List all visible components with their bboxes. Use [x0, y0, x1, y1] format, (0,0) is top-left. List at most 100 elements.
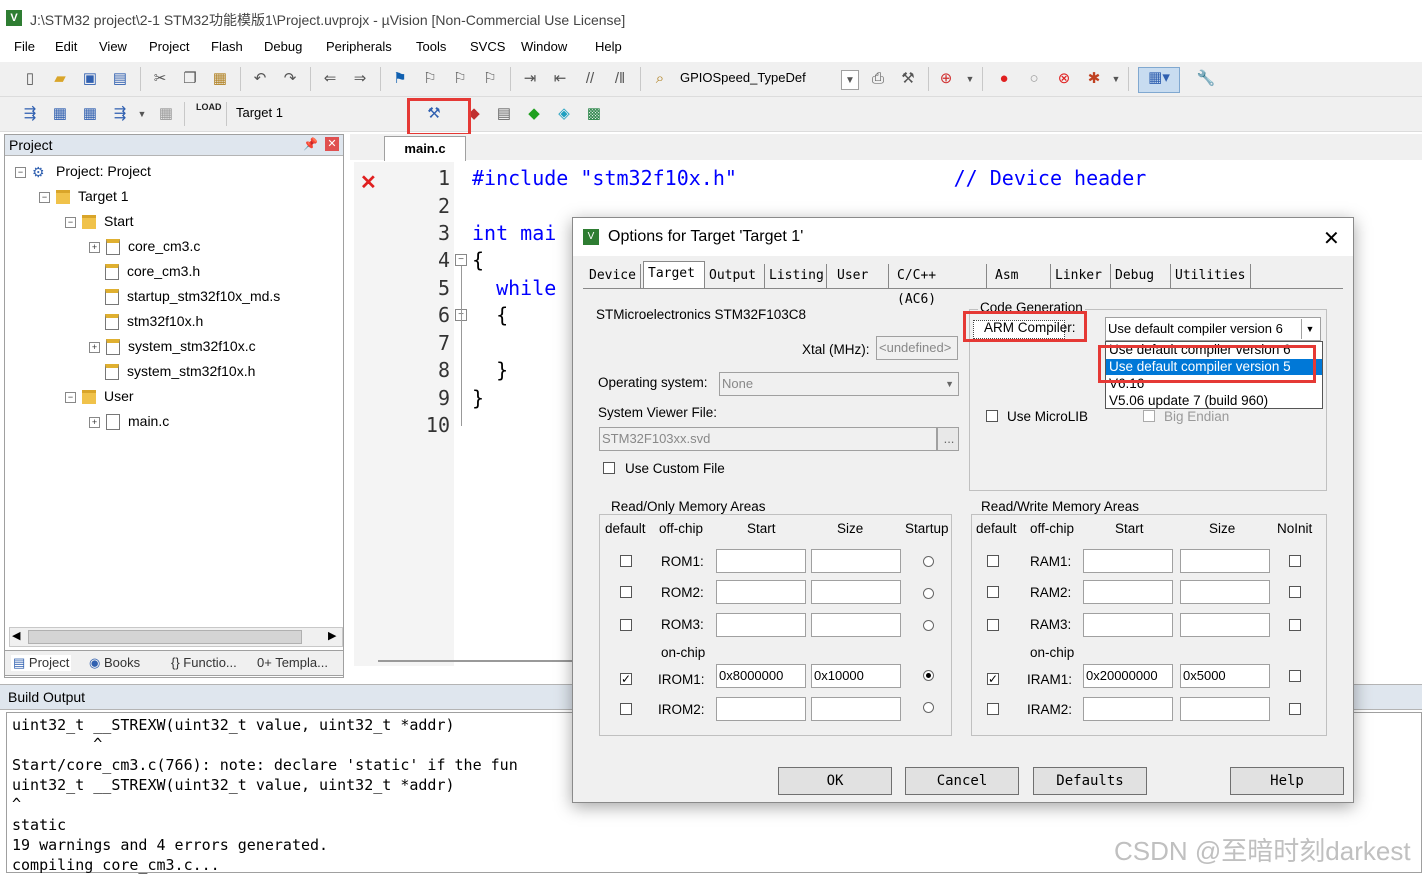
iram1-size[interactable]: 0x5000: [1180, 664, 1270, 688]
irom2-startup-radio[interactable]: [923, 702, 934, 713]
editor-scrollbar[interactable]: [378, 660, 578, 662]
breakpoint-clear-icon[interactable]: ⊗: [1054, 69, 1074, 89]
configure-icon[interactable]: 🔧: [1196, 69, 1216, 89]
tree-file[interactable]: startup_stm32f10x_md.s: [105, 288, 280, 306]
open-folder-icon[interactable]: ▰: [50, 69, 70, 89]
tab-utilities[interactable]: Utilities: [1171, 264, 1251, 288]
tree-project[interactable]: − ⚙ Project: Project: [15, 163, 151, 180]
unindent-icon[interactable]: ⇤: [550, 69, 570, 89]
cut-icon[interactable]: ✂: [150, 69, 170, 89]
menu-project[interactable]: Project: [149, 39, 189, 54]
stop-build-icon[interactable]: ▦: [156, 104, 176, 124]
manage-components-icon[interactable]: ▤: [494, 104, 514, 124]
iram1-noinit-checkbox[interactable]: [1289, 670, 1301, 682]
nav-back-icon[interactable]: ⇐: [320, 69, 340, 89]
help-button[interactable]: Help: [1230, 767, 1344, 795]
rom1-start[interactable]: [716, 549, 806, 573]
menu-edit[interactable]: Edit: [55, 39, 77, 54]
scroll-right-icon[interactable]: ▶: [328, 629, 336, 642]
rom2-default-checkbox[interactable]: [620, 586, 632, 598]
build-icon[interactable]: ▦: [50, 104, 70, 124]
menu-window[interactable]: Window: [521, 39, 567, 54]
compiler-version-select[interactable]: Use default compiler version 6 ▼: [1105, 317, 1321, 341]
iram2-start[interactable]: [1083, 697, 1173, 721]
tab-project[interactable]: ▤ Project: [11, 655, 72, 671]
indent-icon[interactable]: ⇥: [520, 69, 540, 89]
breakpoint-disable-icon[interactable]: ○: [1024, 69, 1044, 89]
fold-icon[interactable]: −: [455, 254, 467, 266]
save-icon[interactable]: ▣: [80, 69, 100, 89]
tree-file[interactable]: + main.c: [89, 413, 169, 431]
tree-group-user[interactable]: − User: [65, 388, 134, 405]
menu-peripherals[interactable]: Peripherals: [326, 39, 392, 54]
editor-tab-main-c[interactable]: main.c: [384, 136, 466, 161]
chevron-down-icon[interactable]: ▼: [960, 69, 980, 89]
compiler-option[interactable]: V5.06 update 7 (build 960): [1106, 393, 1322, 409]
rom2-start[interactable]: [716, 580, 806, 604]
menu-debug[interactable]: Debug: [264, 39, 302, 54]
custom-file-checkbox[interactable]: [603, 462, 615, 474]
batch-build-icon[interactable]: ⇶: [110, 104, 130, 124]
menu-svcs[interactable]: SVCS: [470, 39, 505, 54]
tab-linker[interactable]: Linker: [1051, 264, 1111, 288]
ram2-default-checkbox[interactable]: [987, 586, 999, 598]
incremental-find-icon[interactable]: ⎙: [868, 69, 888, 89]
breakpoint-icon[interactable]: ●: [994, 69, 1014, 89]
rom1-size[interactable]: [811, 549, 901, 573]
scrollbar-thumb[interactable]: [28, 630, 302, 644]
microlib-checkbox[interactable]: [986, 410, 998, 422]
translate-icon[interactable]: ⇶: [20, 104, 40, 124]
close-icon[interactable]: ✕: [1323, 226, 1340, 251]
irom1-default-checkbox[interactable]: ✓: [620, 673, 632, 685]
tab-target[interactable]: Target: [643, 261, 705, 288]
svf-field[interactable]: STM32F103xx.svd: [599, 427, 937, 451]
save-all-icon[interactable]: ▤: [110, 69, 130, 89]
menu-tools[interactable]: Tools: [416, 39, 446, 54]
rom3-start[interactable]: [716, 613, 806, 637]
ok-button[interactable]: OK: [778, 767, 892, 795]
bookmark-icon[interactable]: ⚑: [390, 69, 410, 89]
tab-asm[interactable]: Asm: [991, 264, 1051, 288]
rom3-startup-radio[interactable]: [923, 620, 934, 631]
ram1-default-checkbox[interactable]: [987, 555, 999, 567]
find-combo[interactable]: GPIOSpeed_TypeDef: [676, 68, 860, 88]
redo-icon[interactable]: ↷: [280, 69, 300, 89]
rte-icon[interactable]: ▩: [584, 104, 604, 124]
pin-icon[interactable]: 📌: [303, 137, 318, 151]
tree-file[interactable]: core_cm3.h: [105, 263, 200, 281]
ram3-default-checkbox[interactable]: [987, 619, 999, 631]
rom2-size[interactable]: [811, 580, 901, 604]
rom3-size[interactable]: [811, 613, 901, 637]
close-icon[interactable]: ✕: [325, 137, 339, 151]
tab-device[interactable]: Device: [585, 264, 641, 288]
browse-button[interactable]: ...: [937, 427, 959, 451]
tree-target[interactable]: − Target 1: [39, 188, 129, 205]
tab-books[interactable]: ◉ Books: [89, 655, 140, 671]
tab-templates[interactable]: 0+ Templa...: [257, 655, 328, 670]
copy-icon[interactable]: ❐: [180, 69, 200, 89]
rebuild-icon[interactable]: ▦: [80, 104, 100, 124]
irom1-startup-radio[interactable]: [923, 670, 934, 681]
find-in-files-icon[interactable]: ⌕: [650, 69, 670, 89]
ram2-size[interactable]: [1180, 580, 1270, 604]
ram1-noinit-checkbox[interactable]: [1289, 555, 1301, 567]
uncomment-icon[interactable]: /‖: [610, 69, 630, 89]
target-combo[interactable]: Target 1: [232, 103, 412, 123]
ram1-size[interactable]: [1180, 549, 1270, 573]
chevron-down-icon[interactable]: ▼: [1106, 69, 1126, 89]
chevron-down-icon[interactable]: ▼: [841, 70, 859, 90]
new-file-icon[interactable]: ▯: [20, 69, 40, 89]
tab-cpp[interactable]: C/C++ (AC6): [893, 264, 987, 307]
select-packs-icon[interactable]: ◆: [524, 104, 544, 124]
rom3-default-checkbox[interactable]: [620, 619, 632, 631]
rom2-startup-radio[interactable]: [923, 588, 934, 599]
defaults-button[interactable]: Defaults: [1033, 767, 1147, 795]
irom1-size[interactable]: 0x10000: [811, 664, 901, 688]
tab-functions[interactable]: {} Functio...: [171, 655, 237, 670]
iram2-size[interactable]: [1180, 697, 1270, 721]
ram2-start[interactable]: [1083, 580, 1173, 604]
breakpoint-kill-icon[interactable]: ✱: [1084, 69, 1104, 89]
chevron-down-icon[interactable]: ▼: [1301, 319, 1318, 339]
comment-icon[interactable]: //: [580, 69, 600, 89]
menu-view[interactable]: View: [99, 39, 127, 54]
